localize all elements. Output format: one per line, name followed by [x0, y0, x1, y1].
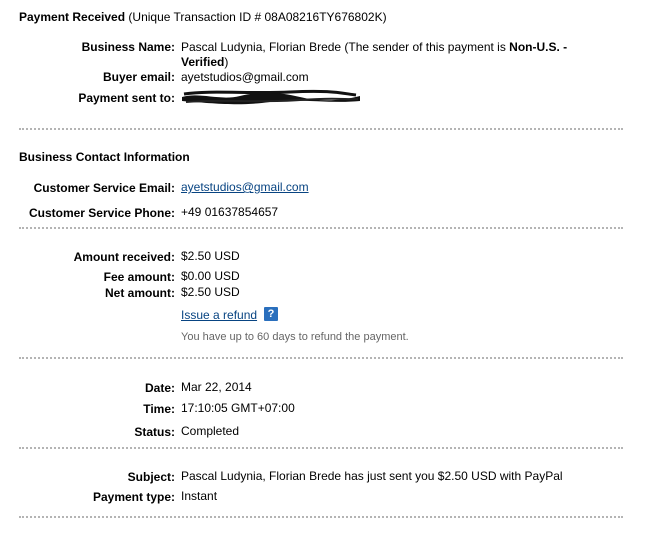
sender-status-verified: Verified: [181, 55, 225, 69]
status-value: Completed: [181, 424, 240, 438]
business-name-value: Pascal Ludynia, Florian Brede (The sende…: [181, 40, 568, 69]
section-divider: [19, 227, 623, 229]
fee-amount-value: $0.00 USD: [181, 269, 240, 283]
date-label: Date:: [144, 381, 175, 395]
buyer-email-label: Buyer email:: [102, 70, 175, 84]
business-contact-heading: Business Contact Information: [19, 150, 190, 164]
amount-received-value: $2.50 USD: [181, 249, 240, 263]
payment-sent-to-label: Payment sent to:: [78, 91, 175, 105]
status-label: Status:: [134, 425, 175, 439]
transaction-id: (Unique Transaction ID # 08A08216TY67680…: [128, 10, 387, 24]
date-value: Mar 22, 2014: [181, 380, 252, 394]
help-icon[interactable]: ?: [264, 307, 278, 321]
page-title: Payment Received: [19, 10, 126, 24]
section-divider: [19, 128, 623, 130]
redaction-scribble: [182, 89, 360, 105]
customer-service-phone-label: Customer Service Phone:: [28, 206, 175, 220]
page-header: Payment Received (Unique Transaction ID …: [19, 10, 387, 24]
refund-note: You have up to 60 days to refund the pay…: [181, 331, 409, 343]
net-amount-label: Net amount:: [105, 286, 175, 300]
time-label: Time:: [143, 402, 175, 416]
sender-status: Non-U.S. -: [509, 40, 568, 54]
net-amount-value: $2.50 USD: [181, 285, 240, 299]
fee-amount-label: Fee amount:: [103, 270, 175, 284]
payment-type-label: Payment type:: [92, 490, 175, 504]
buyer-email-value: ayetstudios@gmail.com: [181, 70, 309, 84]
section-divider: [19, 447, 623, 449]
customer-service-email-link[interactable]: ayetstudios@gmail.com: [181, 180, 309, 194]
subject-label: Subject:: [127, 470, 175, 484]
customer-service-phone-value: +49 01637854657: [181, 205, 279, 219]
business-name-label: Business Name:: [81, 40, 175, 54]
time-value: 17:10:05 GMT+07:00: [181, 401, 295, 415]
issue-refund-link[interactable]: Issue a refund: [181, 308, 257, 322]
subject-value: Pascal Ludynia, Florian Brede has just s…: [181, 469, 563, 483]
section-divider: [19, 516, 623, 518]
customer-service-email-label: Customer Service Email:: [33, 181, 175, 195]
amount-received-label: Amount received:: [73, 250, 175, 264]
payment-type-value: Instant: [181, 489, 218, 503]
section-divider: [19, 357, 623, 359]
